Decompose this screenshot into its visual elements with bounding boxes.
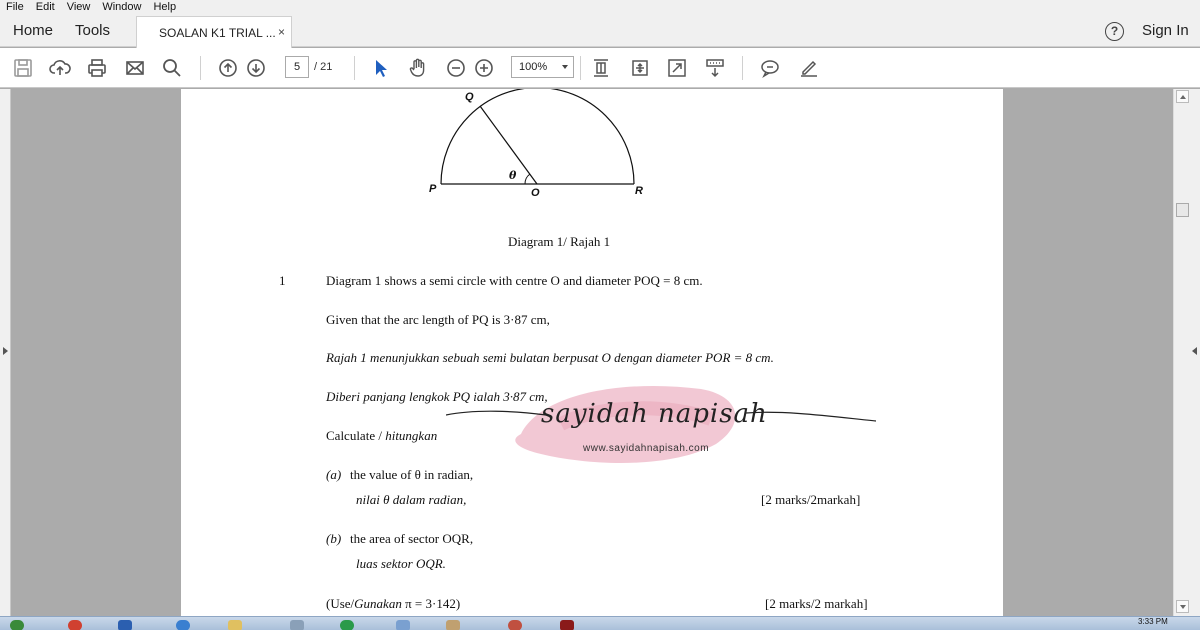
start-button-icon[interactable] [10, 620, 24, 630]
page-total: / 21 [314, 61, 333, 73]
email-icon[interactable] [123, 56, 147, 80]
rotate-icon[interactable] [628, 56, 652, 80]
vertical-scrollbar[interactable] [1173, 89, 1190, 616]
zoom-out-icon[interactable] [444, 56, 468, 80]
question-line-1: Diagram 1 shows a semi circle with centr… [326, 273, 703, 288]
part-b-en: the area of sector OQR, [350, 531, 474, 546]
zoom-select[interactable]: 100% [511, 56, 574, 78]
toolbar-separator [580, 56, 581, 80]
sign-in-button[interactable]: Sign In [1142, 14, 1189, 47]
upload-icon[interactable] [48, 56, 72, 80]
select-cursor-icon[interactable] [368, 56, 392, 80]
zoom-value: 100% [519, 61, 548, 73]
print-icon[interactable] [85, 56, 109, 80]
document-tab[interactable]: SOALAN K1 TRIAL ... × [136, 16, 292, 48]
semicircle-diagram: Q P O R θ [429, 89, 649, 204]
taskbar: 3:33 PM [0, 616, 1200, 630]
use-en: (Use/ [326, 596, 355, 611]
expand-right-icon [3, 347, 8, 355]
left-panel-toggle[interactable] [0, 89, 11, 616]
app-icon[interactable] [290, 620, 304, 630]
chrome-icon[interactable] [68, 620, 82, 630]
document-tab-title: SOALAN K1 TRIAL ... [159, 25, 276, 40]
toolbar-separator [742, 56, 743, 80]
help-icon[interactable]: ? [1105, 22, 1124, 41]
menu-file[interactable]: File [0, 0, 30, 14]
part-a-ms: nilai θ dalam radian, [356, 492, 467, 507]
label-theta: θ [509, 169, 517, 182]
word-icon[interactable] [118, 620, 132, 630]
label-q: Q [465, 91, 474, 103]
diagram-caption: Diagram 1/ Rajah 1 [508, 234, 611, 249]
question-number: 1 [279, 273, 286, 288]
scroll-up-button[interactable] [1176, 90, 1189, 103]
comment-icon[interactable] [758, 56, 782, 80]
browser-icon[interactable] [176, 620, 190, 630]
acrobat-icon[interactable] [560, 620, 574, 630]
part-a-marks: [2 marks/2markah] [761, 492, 861, 507]
watermark-url: www.sayidahnapisah.com [583, 443, 710, 454]
expand-left-icon [1192, 347, 1197, 355]
tools-tab[interactable]: Tools [75, 14, 110, 47]
toolbar-separator [354, 56, 355, 80]
menu-help[interactable]: Help [147, 0, 182, 14]
document-page: Q P O R θ Diagram 1/ Rajah 1 1 Diagram 1… [181, 89, 1003, 616]
scroll-mode-icon[interactable] [703, 56, 727, 80]
part-b-label: (b) [326, 531, 342, 546]
page-number-input[interactable]: 5 [285, 56, 309, 78]
app-icon[interactable] [340, 620, 354, 630]
system-clock: 3:33 PM [1138, 617, 1168, 626]
app-icon[interactable] [446, 620, 460, 630]
close-icon[interactable]: × [278, 25, 285, 39]
calculate-en: Calculate / [326, 428, 382, 443]
scroll-thumb[interactable] [1176, 203, 1189, 217]
menu-edit[interactable]: Edit [30, 0, 61, 14]
sign-icon[interactable] [797, 56, 821, 80]
part-b-marks: [2 marks/2 markah] [765, 596, 868, 611]
home-tab[interactable]: Home [13, 14, 53, 47]
folder-icon[interactable] [228, 620, 242, 630]
search-icon[interactable] [160, 56, 184, 80]
fit-page-icon[interactable] [589, 56, 613, 80]
right-panel-toggle[interactable] [1190, 89, 1200, 616]
save-icon[interactable] [11, 56, 35, 80]
question-line-3: Rajah 1 menunjukkan sebuah semi bulatan … [326, 350, 774, 365]
use-pi-line: (Use/Gunakan π = 3·142) [326, 596, 460, 612]
menu-view[interactable]: View [61, 0, 97, 14]
menu-bar: File Edit View Window Help [0, 0, 1200, 14]
menu-window[interactable]: Window [96, 0, 147, 14]
calculate-ms: hitungkan [385, 428, 438, 443]
scroll-down-button[interactable] [1176, 600, 1189, 613]
hand-icon[interactable] [406, 56, 430, 80]
label-r: R [635, 185, 643, 197]
toolbar [0, 48, 1200, 88]
toolbar-separator [200, 56, 201, 80]
use-value: π = 3·142) [405, 596, 461, 611]
part-a-label: (a) [326, 467, 342, 482]
zoom-in-icon[interactable] [472, 56, 496, 80]
prev-page-icon[interactable] [216, 56, 240, 80]
calculate-line: Calculate / hitungkan [326, 428, 437, 444]
question-line-2: Given that the arc length of PQ is 3·87 … [326, 312, 550, 327]
full-screen-icon[interactable] [665, 56, 689, 80]
part-b-ms: luas sektor OQR. [356, 556, 446, 571]
label-p: P [429, 183, 437, 195]
chevron-down-icon [562, 65, 568, 69]
label-o: O [531, 187, 540, 199]
use-ms: Gunakan [354, 596, 402, 611]
app-icon[interactable] [508, 620, 522, 630]
app-icon[interactable] [396, 620, 410, 630]
watermark-name: sayidah napisah [541, 399, 768, 429]
part-a-en: the value of θ in radian, [350, 467, 474, 482]
next-page-icon[interactable] [244, 56, 268, 80]
tab-bar: Home Tools SOALAN K1 TRIAL ... × ? Sign … [0, 14, 1200, 48]
